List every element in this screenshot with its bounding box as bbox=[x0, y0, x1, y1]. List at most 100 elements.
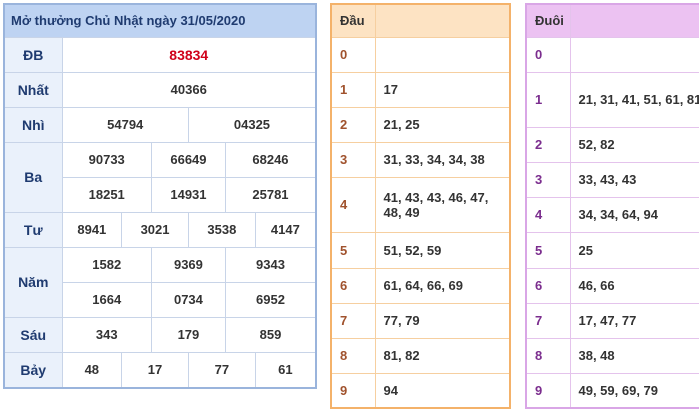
dau-row: 4 41, 43, 43, 46, 47, 48, 49 bbox=[330, 176, 511, 233]
duoi-values: 46, 66 bbox=[569, 267, 699, 304]
prize-row-ba-1: Ba 90733 66649 68246 bbox=[3, 141, 317, 213]
duoi-header-blank bbox=[569, 3, 699, 38]
duoi-values: 49, 59, 69, 79 bbox=[569, 372, 699, 409]
duoi-table: Đuôi 0 1 21, 31, 41, 51, 61, 81 2 52, 82 3… bbox=[525, 3, 699, 409]
dau-row: 6 61, 64, 66, 69 bbox=[330, 267, 511, 304]
dau-values bbox=[374, 36, 511, 73]
duoi-key: 6 bbox=[525, 267, 571, 304]
dau-values: 81, 82 bbox=[374, 337, 511, 374]
prize-value-bay-3: 77 bbox=[187, 351, 256, 389]
prize-label-bay: Bảy bbox=[3, 351, 63, 389]
dau-header-row: Đầu bbox=[330, 3, 511, 38]
dau-row: 0 bbox=[330, 36, 511, 73]
results-title: Mở thưởng Chủ Nhật ngày 31/05/2020 bbox=[3, 3, 317, 38]
duoi-row: 5 25 bbox=[525, 231, 699, 269]
prize-value-tu-2: 3021 bbox=[121, 211, 189, 248]
prize-value-bay-1: 48 bbox=[61, 351, 123, 389]
dau-values: 31, 33, 34, 34, 38 bbox=[374, 141, 511, 178]
dau-row: 7 77, 79 bbox=[330, 302, 511, 339]
prize-row-sau: Sáu 343 179 859 bbox=[3, 316, 317, 353]
duoi-header-row: Đuôi bbox=[525, 3, 699, 38]
prize-label-sau: Sáu bbox=[3, 316, 63, 353]
prize-value-ba-5: 14931 bbox=[150, 176, 226, 213]
prize-label-tu: Tư bbox=[3, 211, 63, 248]
prize-value-ba-3: 68246 bbox=[224, 141, 317, 178]
prize-value-nam-3: 9343 bbox=[224, 246, 317, 283]
dau-row: 9 94 bbox=[330, 372, 511, 409]
prize-value-nam-6: 6952 bbox=[224, 281, 317, 318]
results-table: Mở thưởng Chủ Nhật ngày 31/05/2020 ĐB 83… bbox=[3, 3, 317, 389]
duoi-row: 9 49, 59, 69, 79 bbox=[525, 372, 699, 409]
duoi-row: 0 bbox=[525, 36, 699, 73]
prize-label-nhat: Nhất bbox=[3, 71, 63, 108]
prize-row-tu: Tư 8941 3021 3538 4147 bbox=[3, 211, 317, 248]
prize-label-nam: Năm bbox=[3, 246, 63, 318]
duoi-header: Đuôi bbox=[525, 3, 571, 38]
dau-row: 1 17 bbox=[330, 71, 511, 108]
prize-value-tu-4: 4147 bbox=[254, 211, 317, 248]
prize-value-nhi-2: 04325 bbox=[187, 106, 317, 143]
prize-label-ba: Ba bbox=[3, 141, 63, 213]
dau-header-blank bbox=[374, 3, 511, 38]
duoi-key: 0 bbox=[525, 36, 571, 73]
duoi-key: 9 bbox=[525, 372, 571, 409]
prize-value-sau-1: 343 bbox=[61, 316, 152, 353]
dau-values: 61, 64, 66, 69 bbox=[374, 267, 511, 304]
results-title-row: Mở thưởng Chủ Nhật ngày 31/05/2020 bbox=[3, 3, 317, 38]
prize-value-bay-2: 17 bbox=[121, 351, 189, 389]
dau-key: 8 bbox=[330, 337, 376, 374]
duoi-key: 1 bbox=[525, 71, 571, 128]
dau-key: 0 bbox=[330, 36, 376, 73]
prize-value-ba-2: 66649 bbox=[150, 141, 226, 178]
duoi-row: 7 17, 47, 77 bbox=[525, 302, 699, 339]
duoi-values: 25 bbox=[569, 231, 699, 269]
duoi-key: 2 bbox=[525, 126, 571, 163]
duoi-values: 17, 47, 77 bbox=[569, 302, 699, 339]
duoi-key: 4 bbox=[525, 196, 571, 233]
dau-values: 41, 43, 43, 46, 47, 48, 49 bbox=[374, 176, 511, 233]
dau-key: 7 bbox=[330, 302, 376, 339]
duoi-values: 52, 82 bbox=[569, 126, 699, 163]
dau-key: 5 bbox=[330, 231, 376, 269]
dau-key: 6 bbox=[330, 267, 376, 304]
dau-values: 21, 25 bbox=[374, 106, 511, 143]
prize-value-nam-2: 9369 bbox=[150, 246, 226, 283]
dau-key: 2 bbox=[330, 106, 376, 143]
duoi-values: 34, 34, 64, 94 bbox=[569, 196, 699, 233]
duoi-key: 7 bbox=[525, 302, 571, 339]
dau-key: 9 bbox=[330, 372, 376, 409]
duoi-row: 2 52, 82 bbox=[525, 126, 699, 163]
duoi-row: 1 21, 31, 41, 51, 61, 81 bbox=[525, 71, 699, 128]
dau-row: 8 81, 82 bbox=[330, 337, 511, 374]
dau-values: 94 bbox=[374, 372, 511, 409]
prize-value-sau-2: 179 bbox=[150, 316, 226, 353]
prize-row-bay: Bảy 48 17 77 61 bbox=[3, 351, 317, 389]
duoi-row: 6 46, 66 bbox=[525, 267, 699, 304]
dau-values: 77, 79 bbox=[374, 302, 511, 339]
prize-value-tu-3: 3538 bbox=[187, 211, 256, 248]
duoi-values: 21, 31, 41, 51, 61, 81 bbox=[569, 71, 699, 128]
prize-value-ba-1: 90733 bbox=[61, 141, 152, 178]
prize-value-sau-3: 859 bbox=[224, 316, 317, 353]
prize-value-nhi-1: 54794 bbox=[61, 106, 189, 143]
prize-value-db: 83834 bbox=[61, 36, 317, 73]
dau-row: 5 51, 52, 59 bbox=[330, 231, 511, 269]
prize-row-nam-1: Năm 1582 9369 9343 bbox=[3, 246, 317, 318]
prize-value-nam-5: 0734 bbox=[150, 281, 226, 318]
dau-key: 3 bbox=[330, 141, 376, 178]
prize-value-bay-4: 61 bbox=[254, 351, 317, 389]
duoi-row: 3 33, 43, 43 bbox=[525, 161, 699, 198]
duoi-values: 38, 48 bbox=[569, 337, 699, 374]
prize-value-nhat: 40366 bbox=[61, 71, 317, 108]
dau-values: 17 bbox=[374, 71, 511, 108]
prize-row-nhi: Nhì 54794 04325 bbox=[3, 106, 317, 143]
dau-header: Đầu bbox=[330, 3, 376, 38]
duoi-row: 4 34, 34, 64, 94 bbox=[525, 196, 699, 233]
prize-label-db: ĐB bbox=[3, 36, 63, 73]
dau-key: 4 bbox=[330, 176, 376, 233]
prize-label-nhi: Nhì bbox=[3, 106, 63, 143]
dau-key: 1 bbox=[330, 71, 376, 108]
prize-row-nhat: Nhất 40366 bbox=[3, 71, 317, 108]
dau-row: 2 21, 25 bbox=[330, 106, 511, 143]
dau-row: 3 31, 33, 34, 34, 38 bbox=[330, 141, 511, 178]
